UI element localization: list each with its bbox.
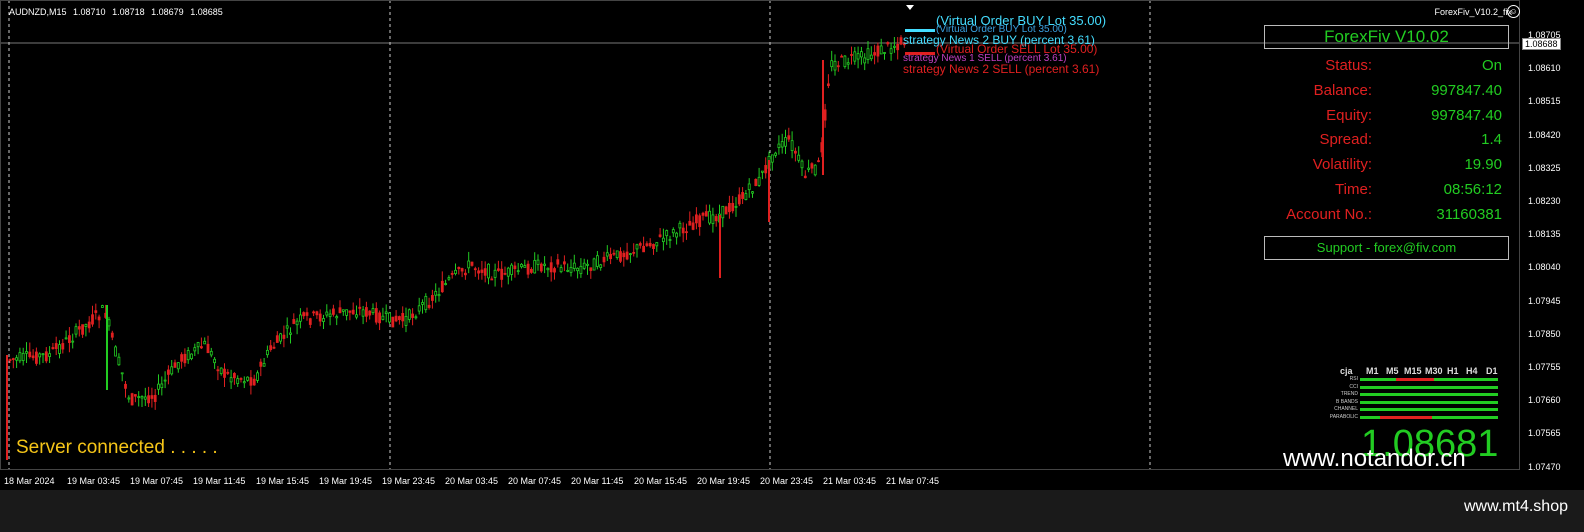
tf-signal-bar: [1360, 408, 1498, 412]
tf-indicator-label: CCI: [1349, 383, 1358, 390]
time-label: 19 Mar 19:45: [319, 476, 373, 486]
time-label: 19 Mar 11:45: [193, 476, 246, 486]
stat-label: Status:: [1325, 57, 1372, 74]
price-tick: 1.07755: [1528, 362, 1561, 372]
stat-value: 19.90: [1464, 156, 1502, 174]
expert-smiley-icon[interactable]: ☺: [1507, 5, 1520, 18]
time-label: 20 Mar 11:45: [571, 476, 624, 486]
period-separator-marker-icon: [906, 5, 914, 10]
tf-indicator-label: TREND: [1340, 391, 1358, 398]
time-label: 19 Mar 23:45: [382, 476, 436, 486]
tf-indicator-label: CHANNEL: [1334, 406, 1358, 413]
price-tick: 1.07660: [1528, 395, 1561, 406]
stat-row: Equity: 997847.40: [1264, 107, 1509, 129]
tf-column-header: M30: [1425, 366, 1443, 376]
time-label: 18 Mar 2024: [4, 476, 55, 486]
time-label: 19 Mar 07:45: [130, 476, 184, 486]
price-tick: 1.08610: [1528, 63, 1561, 74]
tf-column-header: H4: [1466, 366, 1478, 376]
stat-label: Balance:: [1313, 81, 1372, 99]
stat-label: Time:: [1335, 181, 1372, 198]
tf-signal-bar: [1360, 385, 1498, 389]
tf-head-label: cja: [1340, 366, 1353, 376]
time-label: 20 Mar 15:45: [634, 476, 688, 486]
stat-row: Spread: 1.4: [1264, 131, 1509, 153]
stat-row: Volatility: 19.90: [1264, 156, 1509, 178]
tf-column-header: M1: [1366, 366, 1379, 376]
price-tick: 1.07945: [1528, 295, 1561, 306]
price-tick: 1.07565: [1528, 428, 1561, 439]
expert-name: ForexFiv_V10.2_fix: [1434, 7, 1512, 17]
time-label: 21 Mar 03:45: [823, 476, 877, 486]
price-tick: 1.08515: [1528, 96, 1561, 107]
tf-signal-bar: [1360, 400, 1498, 404]
stat-row: Account No.: 31160381: [1264, 206, 1509, 228]
ohlc-low: 1.08679: [151, 7, 184, 17]
buy-order-marker: [905, 29, 935, 32]
stat-label: Account No.:: [1286, 205, 1372, 223]
stat-value: 997847.40: [1431, 106, 1502, 124]
tf-column-header: D1: [1486, 366, 1498, 376]
current-price-tag: 1.08688: [1522, 38, 1561, 50]
time-label: 20 Mar 23:45: [760, 476, 814, 486]
stat-label: Volatility:: [1312, 156, 1372, 174]
stat-row: Time: 08:56:12: [1264, 181, 1509, 203]
time-label: 19 Mar 15:45: [256, 476, 310, 486]
tf-column-header: M15: [1404, 366, 1422, 376]
price-scale[interactable]: 1.08705 1.08610 1.08515 1.08420 1.08325 1.082…: [1520, 0, 1584, 472]
server-status: Server connected . . . . .: [16, 437, 218, 458]
ohlc-open: 1.08710: [73, 7, 106, 17]
price-tick: 1.08230: [1528, 196, 1561, 206]
time-label: 19 Mar 03:45: [67, 476, 121, 486]
tf-column-header: M5: [1386, 366, 1399, 376]
price-tick: 1.08325: [1528, 162, 1561, 173]
price-tick: 1.08420: [1528, 129, 1561, 140]
chart-watermark: www.notandor.cn: [1283, 445, 1466, 472]
price-tick: 1.08040: [1528, 262, 1561, 273]
stat-row: Status: On: [1264, 57, 1509, 79]
tf-column-header: H1: [1447, 366, 1459, 376]
price-tick: 1.08135: [1528, 229, 1561, 240]
ohlc-close: 1.08685: [190, 7, 223, 17]
tf-signal-bar: [1360, 393, 1498, 397]
stat-value: 1.4: [1481, 131, 1502, 149]
ea-title: ForexFiv V10.02: [1264, 25, 1509, 49]
stat-label: Spread:: [1319, 131, 1372, 149]
time-label: 20 Mar 03:45: [445, 476, 499, 486]
time-label: 20 Mar 07:45: [508, 476, 562, 486]
symbol-label: AUDNZD,M15: [9, 7, 67, 17]
tf-bear-segment: [1396, 378, 1434, 381]
stat-value: 08:56:12: [1443, 181, 1502, 198]
support-button[interactable]: Support - forex@fiv.com: [1264, 236, 1509, 260]
stat-value: 997847.40: [1431, 81, 1502, 99]
time-label: 21 Mar 07:45: [886, 476, 940, 486]
time-label: 20 Mar 19:45: [697, 476, 751, 486]
tf-indicator-label: RSI: [1349, 376, 1358, 382]
symbol-header: AUDNZD,M15 1.08710 1.08718 1.08679 1.086…: [9, 7, 227, 17]
tf-indicator-label: PARABOLIC: [1329, 414, 1358, 420]
price-tick: 1.07470: [1528, 461, 1561, 472]
footer-watermark: www.mt4.shop: [1463, 498, 1568, 515]
sell-strategy-2-label: strategy News 2 SELL (percent 3.61): [903, 62, 1100, 76]
price-tick: 1.07850: [1528, 328, 1561, 339]
stat-label: Equity:: [1326, 106, 1372, 124]
tf-indicator-label: B BANDS: [1336, 398, 1358, 405]
stat-value: 31160381: [1436, 205, 1502, 223]
stat-row: Balance: 997847.40: [1264, 82, 1509, 104]
stat-value: On: [1481, 57, 1502, 74]
footer-bar: www.mt4.shop: [0, 490, 1584, 532]
ohlc-high: 1.08718: [112, 7, 145, 17]
tf-bear-segment: [1380, 416, 1432, 419]
time-axis[interactable]: 18 Mar 2024 19 Mar 03:45 19 Mar 07:45 19 Ma…: [0, 470, 1520, 490]
